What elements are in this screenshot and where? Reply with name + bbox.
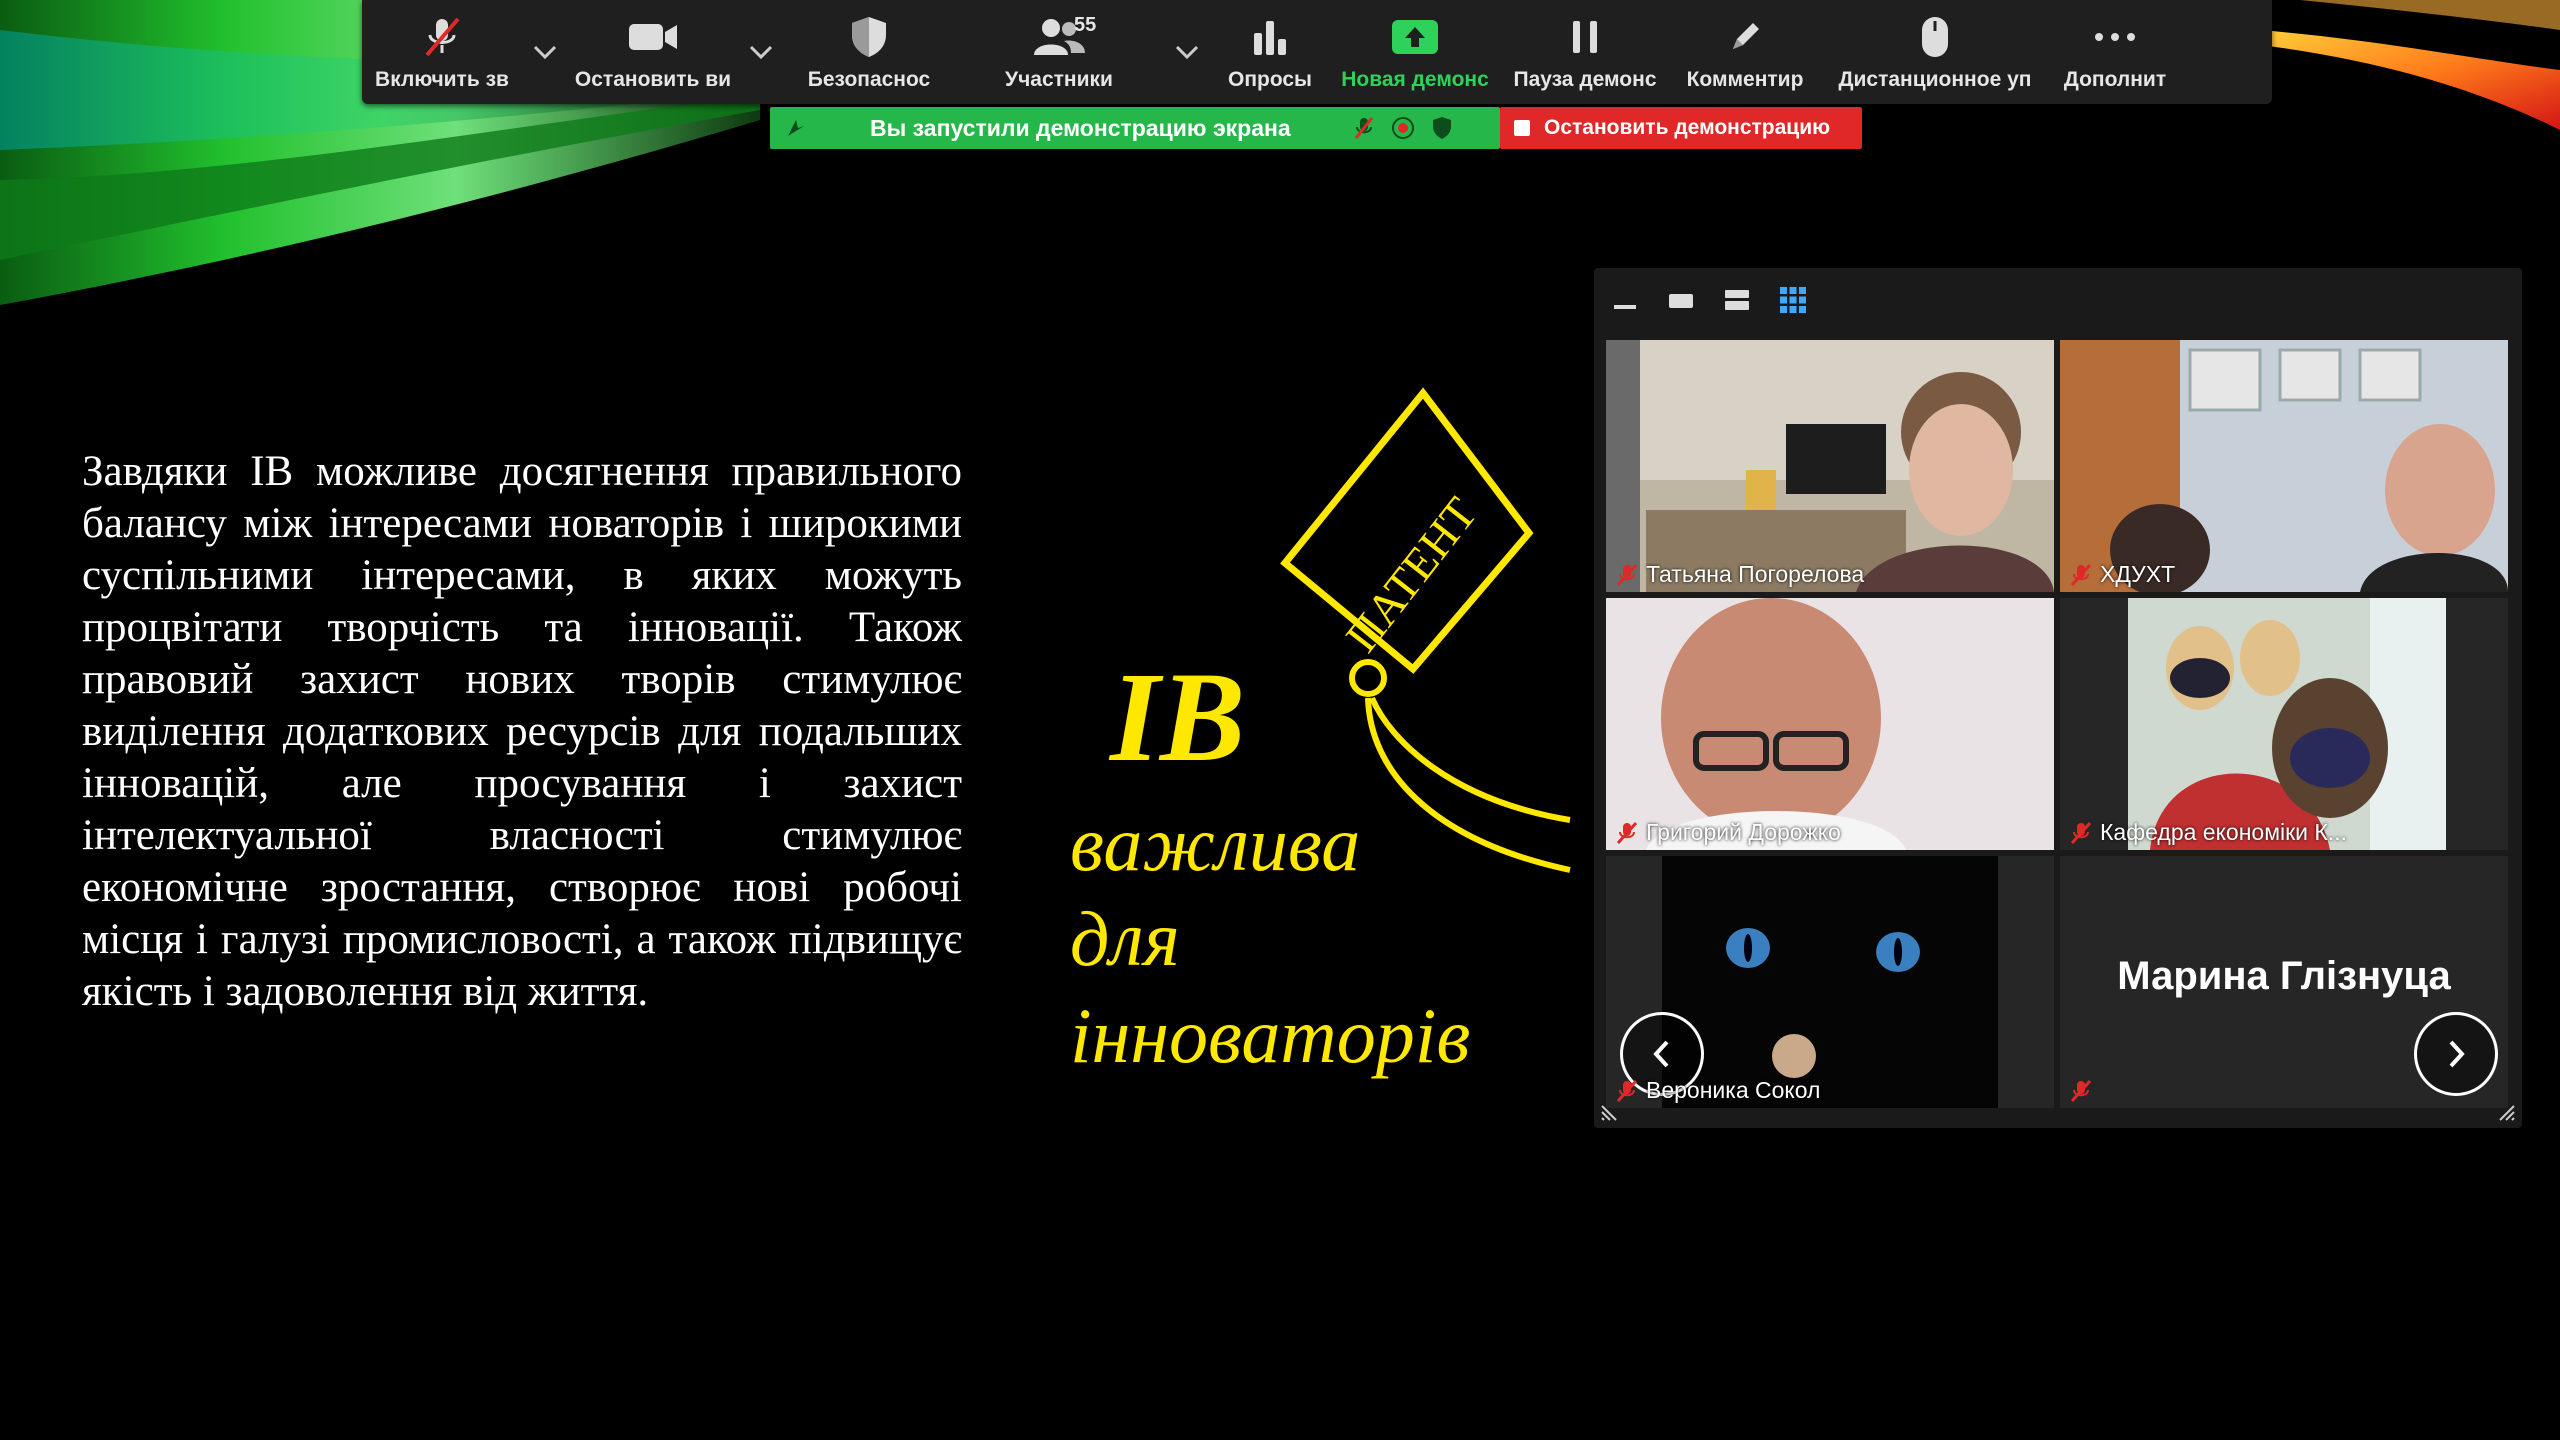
patent-label: ПАТЕНТ	[1336, 488, 1487, 661]
patent-sign: ПАТЕНТ	[1280, 387, 1571, 873]
unmute-button[interactable]: Включить зв	[362, 0, 522, 104]
participant-name-label: Вероника Сокол	[1614, 1077, 1820, 1104]
participant-name-label	[2068, 1078, 2100, 1104]
video-tile[interactable]: ХДУХТ	[2060, 340, 2508, 592]
annotate-button[interactable]: Комментир	[1670, 0, 1820, 104]
more-dots-icon	[2095, 33, 2135, 41]
more-label: Дополнит	[2063, 68, 2167, 91]
resize-grip-icon[interactable]	[1600, 1098, 1624, 1122]
participant-name: Кафедра економіки К...	[2100, 819, 2347, 845]
participant-name-label: Кафедра економіки К...	[2068, 819, 2347, 846]
slide-line-1: важлива	[1070, 800, 1360, 887]
slide-line-2: для	[1070, 895, 1180, 982]
participants-options-caret[interactable]	[1164, 0, 1210, 104]
slide-line-3: інноваторів	[1070, 992, 1470, 1079]
stop-video-button[interactable]: Остановить ви	[568, 0, 738, 104]
participant-count: 55	[1074, 14, 1097, 36]
more-button[interactable]: Дополнит	[2050, 0, 2180, 104]
microphone-muted-icon	[2070, 1079, 2092, 1103]
minimize-view-button[interactable]	[1608, 283, 1642, 317]
stop-square-icon	[1514, 120, 1530, 136]
polls-label: Опросы	[1227, 68, 1312, 91]
participant-video	[1606, 340, 2054, 592]
speaker-view-button[interactable]	[1664, 283, 1698, 317]
chevron-down-icon	[749, 45, 773, 59]
new-share-label: Новая демонс	[1341, 68, 1489, 91]
participant-name-label: Татьяна Погорелова	[1614, 561, 1864, 588]
video-tile[interactable]: Татьяна Погорелова	[1606, 340, 2054, 592]
chevron-right-icon	[2449, 1040, 2465, 1068]
participant-name-label: ХДУХТ	[2068, 561, 2175, 588]
ib-title: ІВ	[1108, 646, 1245, 788]
microphone-muted-icon[interactable]	[1353, 116, 1375, 140]
video-options-caret[interactable]	[738, 0, 784, 104]
chevron-down-icon	[1175, 45, 1199, 59]
gallery-view-button[interactable]	[1776, 283, 1810, 317]
participant-name: ХДУХТ	[2100, 561, 2176, 587]
slide-decoration-right	[2260, 0, 2560, 130]
video-tile[interactable]: Вероника Сокол	[1606, 856, 2054, 1108]
annotate-label: Комментир	[1686, 68, 1804, 91]
participant-video	[2060, 340, 2508, 592]
strip-view-icon	[1725, 290, 1749, 310]
unmute-label: Включить зв	[375, 68, 509, 91]
participants-label: Участники	[1005, 68, 1113, 91]
grid-view-icon	[1780, 287, 1806, 313]
record-icon[interactable]	[1391, 116, 1415, 140]
video-tile[interactable]: Марина Глізнуца	[2060, 856, 2508, 1108]
resize-grip-icon[interactable]	[2492, 1098, 2516, 1122]
video-tile[interactable]: Григорий Дорожко	[1606, 598, 2054, 850]
participant-name: Григорий Дорожко	[1646, 819, 1841, 845]
drag-handle-icon[interactable]	[784, 116, 808, 140]
remote-control-button[interactable]: Дистанционное уп	[1820, 0, 2050, 104]
security-label: Безопаснос	[807, 68, 931, 91]
slide-illustration: ПАТЕНТ ІВ важлива для інноваторів	[1070, 387, 1571, 1079]
polls-button[interactable]: Опросы	[1210, 0, 1330, 104]
microphone-muted-icon	[2070, 563, 2092, 586]
participant-name-label: Григорий Дорожко	[1614, 819, 1841, 846]
pause-icon	[1573, 21, 1597, 53]
participant-name: Татьяна Погорелова	[1646, 561, 1865, 587]
gallery-view-controls	[1608, 278, 1810, 322]
participant-video	[2060, 598, 2508, 850]
video-camera-icon	[629, 24, 677, 50]
share-screen-icon	[1392, 20, 1438, 54]
remote-control-label: Дистанционное уп	[1838, 68, 2032, 91]
video-gallery-panel: Татьяна Погорелова ХДУХТ Григорий Дорожк…	[1594, 268, 2522, 1128]
strip-view-button[interactable]	[1720, 283, 1754, 317]
participants-button[interactable]: 55 Участники	[954, 0, 1164, 104]
shield-icon[interactable]	[1431, 116, 1453, 140]
next-page-button[interactable]	[2414, 1012, 2498, 1096]
pause-share-button[interactable]: Пауза демонс	[1500, 0, 1670, 104]
shield-icon	[852, 17, 886, 57]
microphone-muted-icon	[1616, 821, 1638, 844]
microphone-muted-icon	[425, 17, 460, 57]
audio-options-caret[interactable]	[522, 0, 568, 104]
slide-body-text: Завдяки ІВ можливе досягнення правильног…	[82, 448, 962, 1015]
polls-icon	[1254, 21, 1286, 55]
new-share-button[interactable]: Новая демонс	[1330, 0, 1500, 104]
share-status-message: Вы запустили демонстрацию экрана	[870, 114, 1291, 141]
screen-share-status-bar: Вы запустили демонстрацию экрана	[770, 107, 1500, 149]
annotate-pencil-icon	[1733, 23, 1759, 49]
pause-share-label: Пауза демонс	[1513, 68, 1657, 91]
microphone-muted-icon	[2070, 821, 2092, 844]
chevron-down-icon	[533, 45, 557, 59]
chevron-left-icon	[1653, 1040, 1669, 1068]
meeting-toolbar: Включить зв Остановить ви Безопаснос 55 …	[362, 0, 2272, 104]
stop-share-label: Остановить демонстрацию	[1544, 116, 1831, 139]
participant-name: Вероника Сокол	[1646, 1077, 1821, 1103]
stop-share-button[interactable]: Остановить демонстрацию	[1500, 107, 1862, 149]
remote-control-mouse-icon	[1922, 17, 1948, 57]
video-tile[interactable]: Кафедра економіки К...	[2060, 598, 2508, 850]
participant-big-name: Марина Глізнуца	[2117, 954, 2451, 998]
stop-video-label: Остановить ви	[574, 68, 732, 91]
minimize-icon	[1614, 305, 1636, 309]
single-view-icon	[1669, 294, 1693, 308]
security-button[interactable]: Безопаснос	[784, 0, 954, 104]
participant-video	[1606, 598, 2054, 850]
microphone-muted-icon	[1616, 563, 1638, 586]
